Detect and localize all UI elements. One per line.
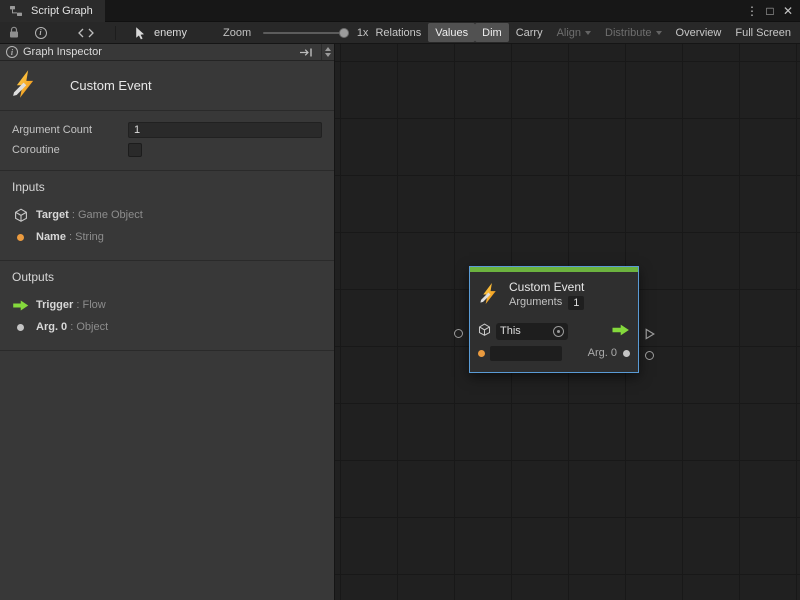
arg0-socket[interactable] (645, 351, 654, 360)
object-port-icon (12, 324, 29, 331)
maximize-button[interactable]: □ (762, 1, 778, 21)
object-picker-icon[interactable] (553, 326, 564, 337)
close-button[interactable]: ✕ (780, 1, 796, 21)
unit-header: Custom Event (0, 61, 334, 111)
inputs-title: Inputs (12, 180, 322, 194)
graph-inspector-title: Graph Inspector (23, 46, 102, 58)
node-arguments-count: 1 (568, 296, 584, 310)
distribute-button: Distribute (598, 23, 668, 42)
toolbar-separator (115, 26, 116, 40)
zoom-slider-handle[interactable] (339, 28, 349, 38)
info-icon: i (6, 46, 18, 58)
graph-name: enemy (154, 27, 187, 39)
flow-socket[interactable] (645, 328, 655, 340)
window-menu-button[interactable]: ⋮ (744, 1, 760, 21)
target-socket[interactable] (454, 329, 463, 338)
custom-event-icon (10, 69, 40, 102)
panel-spinner[interactable] (321, 44, 334, 60)
game-object-port-icon (12, 208, 29, 222)
graph-inspector-header: i Graph Inspector (0, 44, 334, 61)
target-object-dropdown[interactable]: This (496, 323, 568, 340)
node-title: Custom Event (509, 280, 584, 295)
carry-button[interactable]: Carry (509, 23, 550, 42)
string-port-icon (12, 234, 29, 241)
tab-title: Script Graph (31, 5, 93, 17)
game-object-port-icon (478, 323, 491, 339)
coroutine-checkbox[interactable] (128, 143, 142, 157)
port-row-arg0: Arg. 0 : Object (12, 316, 322, 338)
argument-count-row: Argument Count (12, 120, 322, 140)
node-arg-row: Arg. 0 (478, 342, 630, 364)
dock-icon[interactable] (296, 42, 316, 62)
full-screen-button[interactable]: Full Screen (728, 23, 798, 42)
object-output-port[interactable] (623, 350, 630, 357)
code-icon[interactable] (76, 23, 95, 43)
node-body: This Arg. 0 (470, 316, 638, 372)
inputs-section: Inputs Target : Game Object Name : Strin… (0, 171, 334, 261)
custom-event-node[interactable]: Custom Event Arguments 1 This (469, 266, 639, 373)
zoom-slider[interactable] (263, 32, 345, 34)
align-button: Align (550, 23, 598, 42)
dropdown-arrow-icon (585, 31, 591, 35)
flow-output-port[interactable] (612, 324, 630, 339)
node-arguments-label: Arguments (509, 295, 562, 310)
overview-button[interactable]: Overview (669, 23, 729, 42)
spin-up-icon (325, 47, 331, 51)
tab-script-graph[interactable]: Script Graph (0, 0, 105, 22)
unit-fields: Argument Count Coroutine (0, 111, 334, 171)
coroutine-label: Coroutine (12, 144, 128, 156)
port-row-name: Name : String (12, 226, 322, 248)
coroutine-row: Coroutine (12, 140, 322, 160)
port-row-trigger: Trigger : Flow (12, 294, 322, 316)
flow-port-icon (12, 300, 29, 311)
string-input-port[interactable] (478, 350, 485, 357)
node-target-row: This (478, 320, 630, 342)
graph-toolbar: i enemy Zoom 1x Relations Values Dim Car… (0, 22, 800, 44)
dropdown-arrow-icon (656, 31, 662, 35)
port-row-target: Target : Game Object (12, 204, 322, 226)
event-name-input[interactable] (490, 346, 562, 361)
custom-event-icon (478, 282, 501, 308)
outputs-section: Outputs Trigger : Flow Arg. 0 : Object (0, 261, 334, 351)
info-toggle-icon[interactable]: i (31, 23, 50, 43)
arg0-label: Arg. 0 (588, 347, 617, 359)
lock-icon[interactable] (4, 23, 23, 43)
zoom-value: 1x (357, 27, 369, 39)
values-button[interactable]: Values (428, 23, 475, 42)
unity-script-graph-window: Script Graph ⋮ □ ✕ i enemy Zoom 1x (0, 0, 800, 600)
outputs-title: Outputs (12, 270, 322, 284)
argument-count-label: Argument Count (12, 124, 128, 136)
graph-breadcrumb[interactable]: enemy (130, 23, 187, 43)
relations-button[interactable]: Relations (368, 23, 428, 42)
spin-down-icon (325, 53, 331, 57)
node-header[interactable]: Custom Event Arguments 1 (470, 272, 638, 316)
script-graph-icon (6, 1, 26, 21)
dim-button[interactable]: Dim (475, 23, 509, 42)
zoom-label: Zoom (223, 27, 251, 39)
unit-title: Custom Event (70, 78, 152, 93)
graph-canvas[interactable]: Custom Event Arguments 1 This (335, 44, 800, 600)
titlebar: Script Graph ⋮ □ ✕ (0, 0, 800, 22)
graph-inspector-panel: i Graph Inspector Custom E (0, 44, 335, 600)
cursor-icon (130, 23, 150, 43)
window-controls: ⋮ □ ✕ (744, 1, 800, 21)
argument-count-input[interactable] (128, 122, 322, 138)
